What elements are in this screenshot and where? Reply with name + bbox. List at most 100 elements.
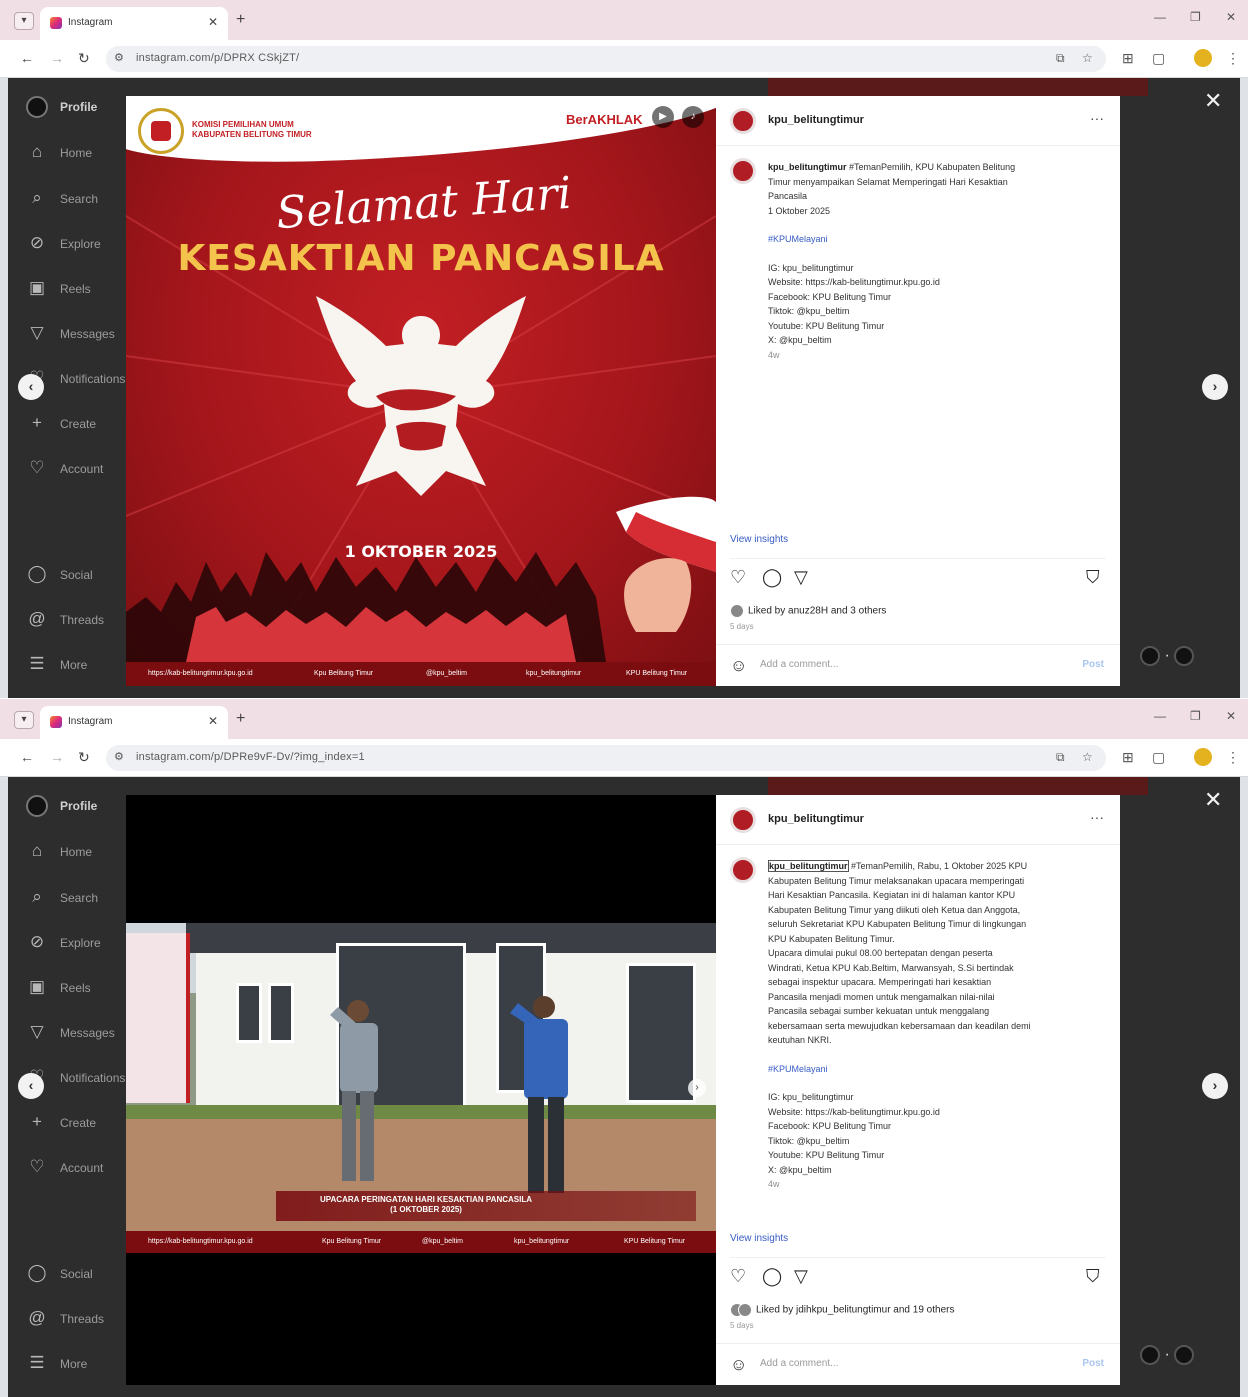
sidebar-item-reels[interactable]: ▣ Reels <box>26 977 136 1001</box>
messages-pill[interactable]: · <box>1140 646 1200 674</box>
likes-summary[interactable]: Liked by jdihkpu_belitungtimur and 19 ot… <box>730 1303 954 1317</box>
sidebar-item-account[interactable]: ♡ Account <box>26 1157 136 1181</box>
browser-tab[interactable]: Instagram ✕ <box>40 706 228 739</box>
share-icon[interactable]: ▽ <box>794 567 808 588</box>
comment-input[interactable]: Add a comment... <box>760 1358 838 1369</box>
save-bookmark-icon[interactable]: ⛉ <box>1086 1266 1100 1287</box>
caption-avatar[interactable] <box>730 857 756 883</box>
tab-close-icon[interactable]: ✕ <box>208 15 218 29</box>
address-bar[interactable]: ⚙ instagram.com/p/DPRe9vF-Dv/?img_index=… <box>106 745 1106 771</box>
prev-post-arrow-icon[interactable]: ‹ <box>18 1073 44 1099</box>
reload-button[interactable]: ↻ <box>78 749 90 766</box>
carousel-next-icon[interactable]: › <box>688 1079 706 1097</box>
next-post-arrow-icon[interactable]: › <box>1202 374 1228 400</box>
sidebar-item-home[interactable]: ⌂ Home <box>26 841 136 865</box>
reload-button[interactable]: ↻ <box>78 50 90 67</box>
forward-button[interactable]: → <box>50 50 64 66</box>
sidebar-item-social[interactable]: ◯ Social <box>26 1263 136 1287</box>
avatar[interactable] <box>730 108 756 134</box>
comment-icon[interactable]: ◯ <box>762 567 782 588</box>
window-close-button[interactable]: ✕ <box>1226 10 1236 24</box>
extensions-icon[interactable]: ⊞ <box>1122 50 1134 67</box>
prev-post-arrow-icon[interactable]: ‹ <box>18 374 44 400</box>
browser-tab[interactable]: Instagram ✕ <box>40 7 228 40</box>
sidebar-item-reels[interactable]: ▣ Reels <box>26 278 136 302</box>
comment-input[interactable]: Add a comment... <box>760 659 838 670</box>
minimize-button[interactable]: — <box>1154 10 1166 24</box>
sidebar-item-profile[interactable]: Profile <box>26 795 136 819</box>
sidebar-item-home[interactable]: ⌂ Home <box>26 142 136 166</box>
mute-icon[interactable]: ♪ <box>682 106 704 128</box>
browser-menu-icon[interactable]: ⋮ <box>1226 749 1240 766</box>
sidebar-item-profile[interactable]: Profile <box>26 96 136 120</box>
likes-summary[interactable]: Liked by anuz28H and 3 others <box>730 604 886 618</box>
back-button[interactable]: ← <box>20 749 34 765</box>
translate-icon[interactable]: ⧉ <box>1056 750 1065 765</box>
more-options-icon[interactable]: ··· <box>1090 809 1104 825</box>
sidebar-item-search[interactable]: ⌕ Search <box>26 887 136 911</box>
emoji-icon[interactable]: ☺ <box>730 656 747 676</box>
new-tab-button[interactable]: + <box>236 11 245 29</box>
extensions-icon[interactable]: ⊞ <box>1122 749 1134 766</box>
close-modal-icon[interactable]: ✕ <box>1204 88 1222 114</box>
sidebar-item-messages[interactable]: ▽ Messages <box>26 323 136 347</box>
sidebar-item-create[interactable]: + Create <box>26 1112 136 1136</box>
address-bar[interactable]: ⚙ instagram.com/p/DPRX CSkjZT/ ⧉ ☆ <box>106 46 1106 72</box>
sidebar-item-more[interactable]: ☰ More <box>26 654 136 678</box>
sidebar-item-explore[interactable]: ⊘ Explore <box>26 233 136 257</box>
view-insights-link[interactable]: View insights <box>730 534 788 545</box>
bookmark-star-icon[interactable]: ☆ <box>1082 750 1093 764</box>
sidepanel-icon[interactable]: ▢ <box>1152 50 1165 67</box>
site-info-icon[interactable]: ⚙ <box>114 51 124 64</box>
share-icon[interactable]: ▽ <box>794 1266 808 1287</box>
tab-search-button[interactable]: ▾ <box>14 711 34 729</box>
close-modal-icon[interactable]: ✕ <box>1204 787 1222 813</box>
sidebar-item-create[interactable]: + Create <box>26 413 136 437</box>
post-comment-button[interactable]: Post <box>1082 659 1104 670</box>
more-options-icon[interactable]: ··· <box>1090 110 1104 126</box>
bookmark-star-icon[interactable]: ☆ <box>1082 51 1093 65</box>
hashtag-link[interactable]: #KPUMelayani <box>768 1062 1098 1077</box>
tab-close-icon[interactable]: ✕ <box>208 714 218 728</box>
post-comment-button[interactable]: Post <box>1082 1358 1104 1369</box>
comment-icon[interactable]: ◯ <box>762 1266 782 1287</box>
minimize-button[interactable]: — <box>1154 709 1166 723</box>
window-close-button[interactable]: ✕ <box>1226 709 1236 723</box>
browser-menu-icon[interactable]: ⋮ <box>1226 50 1240 67</box>
sidebar-item-threads[interactable]: @ Threads <box>26 609 136 633</box>
like-heart-icon[interactable]: ♡ <box>730 567 746 588</box>
sidebar-item-social[interactable]: ◯ Social <box>26 564 136 588</box>
profile-avatar[interactable] <box>1194 49 1212 67</box>
profile-avatar[interactable] <box>1194 748 1212 766</box>
play-icon[interactable]: ▶ <box>652 106 674 128</box>
back-button[interactable]: ← <box>20 50 34 66</box>
tab-search-button[interactable]: ▾ <box>14 12 34 30</box>
save-bookmark-icon[interactable]: ⛉ <box>1086 567 1100 588</box>
hashtag-link[interactable]: #KPUMelayani <box>768 232 1098 247</box>
restore-button[interactable]: ❐ <box>1190 709 1201 723</box>
emoji-icon[interactable]: ☺ <box>730 1355 747 1375</box>
sidebar-item-account[interactable]: ♡ Account <box>26 458 136 482</box>
forward-button[interactable]: → <box>50 749 64 765</box>
avatar[interactable] <box>730 807 756 833</box>
restore-button[interactable]: ❐ <box>1190 10 1201 24</box>
next-post-arrow-icon[interactable]: › <box>1202 1073 1228 1099</box>
new-tab-button[interactable]: + <box>236 710 245 728</box>
messages-pill[interactable]: · <box>1140 1345 1200 1373</box>
site-info-icon[interactable]: ⚙ <box>114 750 124 763</box>
sidebar-item-messages[interactable]: ▽ Messages <box>26 1022 136 1046</box>
caption-username[interactable]: kpu_belitungtimur <box>768 860 849 872</box>
sidepanel-icon[interactable]: ▢ <box>1152 749 1165 766</box>
post-username[interactable]: kpu_belitungtimur <box>768 813 864 825</box>
avatar <box>26 795 48 817</box>
sidebar-item-explore[interactable]: ⊘ Explore <box>26 932 136 956</box>
caption-avatar[interactable] <box>730 158 756 184</box>
sidebar-item-threads[interactable]: @ Threads <box>26 1308 136 1332</box>
sidebar-item-search[interactable]: ⌕ Search <box>26 188 136 212</box>
sidebar-item-more[interactable]: ☰ More <box>26 1353 136 1377</box>
like-heart-icon[interactable]: ♡ <box>730 1266 746 1287</box>
translate-icon[interactable]: ⧉ <box>1056 51 1065 66</box>
view-insights-link[interactable]: View insights <box>730 1233 788 1244</box>
caption-username[interactable]: kpu_belitungtimur <box>768 162 847 172</box>
post-username[interactable]: kpu_belitungtimur <box>768 114 864 126</box>
